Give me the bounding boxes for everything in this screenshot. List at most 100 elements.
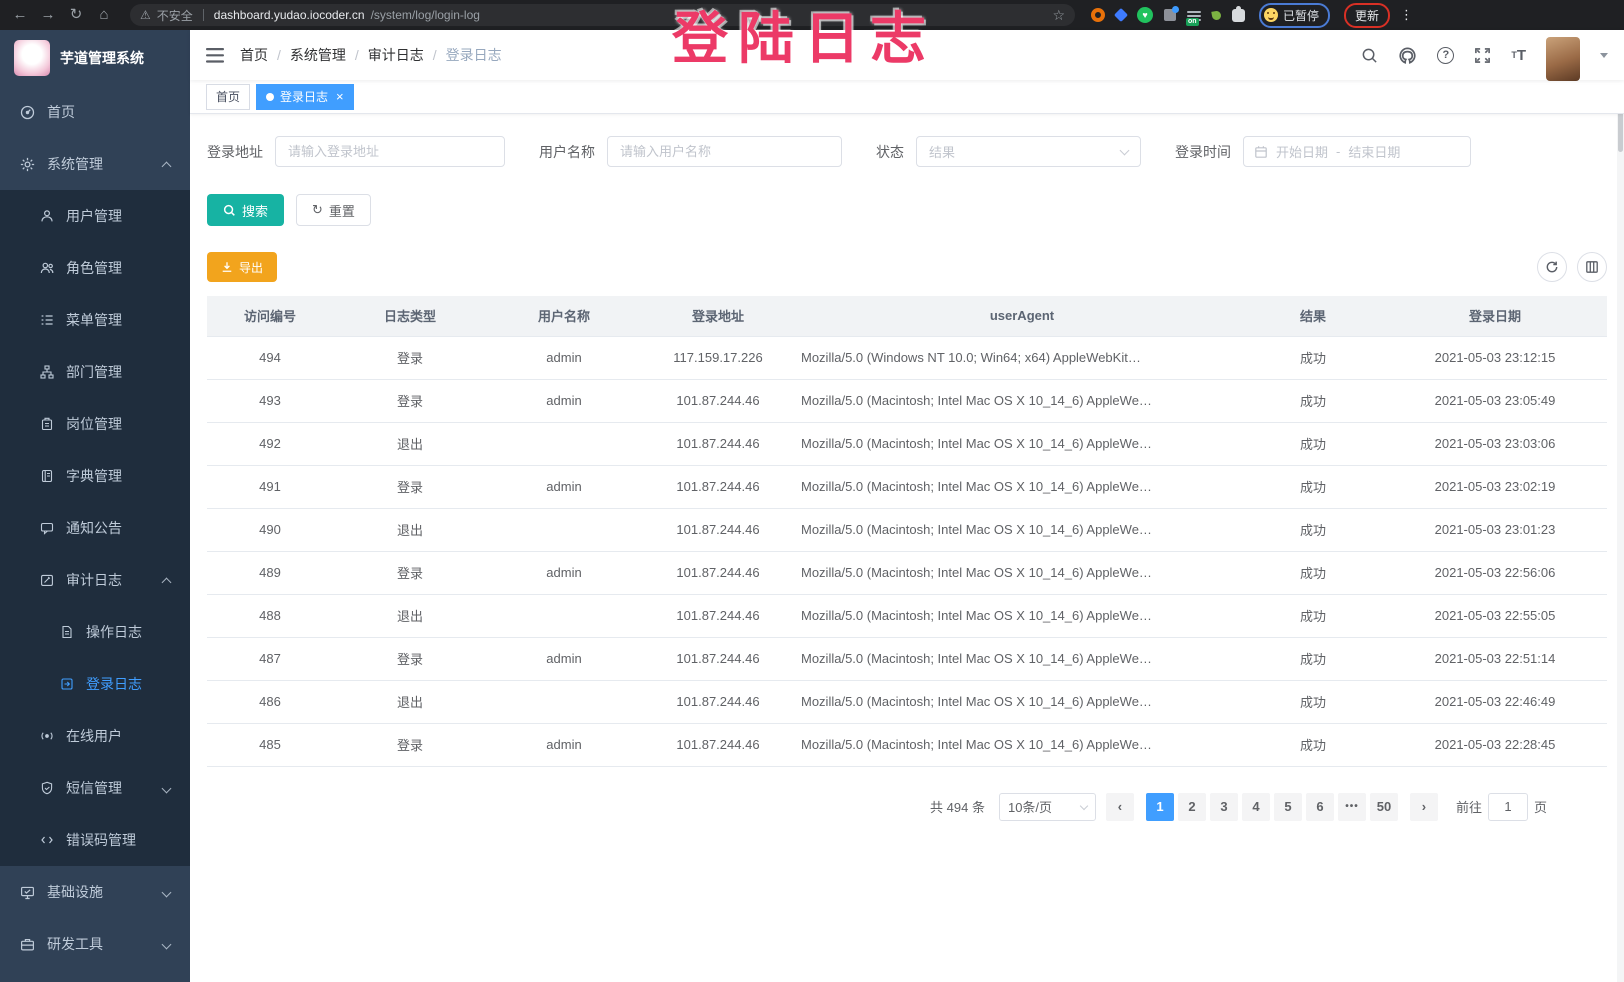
table-row[interactable]: 485 登录 admin 101.87.244.46 Mozilla/5.0 (… bbox=[207, 723, 1607, 766]
not-secure-label[interactable]: 不安全 bbox=[157, 7, 193, 24]
cell-username: admin bbox=[487, 336, 641, 379]
cell-result: 成功 bbox=[1243, 551, 1383, 594]
sidebar-item-operate-log[interactable]: 操作日志 bbox=[0, 606, 190, 658]
tag-label: 登录日志 bbox=[280, 88, 328, 105]
search-icon[interactable] bbox=[1361, 47, 1378, 64]
scrollbar[interactable] bbox=[1617, 30, 1624, 982]
page-button-50[interactable]: 50 bbox=[1370, 793, 1398, 821]
pages-ellipsis[interactable]: ••• bbox=[1338, 793, 1366, 821]
sidebar-item-notices[interactable]: 通知公告 bbox=[0, 502, 190, 554]
extension-heart-icon[interactable]: ♥ bbox=[1137, 7, 1153, 23]
cell-access-id: 491 bbox=[207, 465, 333, 508]
table-row[interactable]: 488 退出 101.87.244.46 Mozilla/5.0 (Macint… bbox=[207, 594, 1607, 637]
tag-login-log[interactable]: 登录日志 × bbox=[256, 84, 354, 110]
breadcrumb-item[interactable]: 审计日志 bbox=[368, 45, 424, 65]
sidebar-item-infrastructure[interactable]: 基础设施 bbox=[0, 866, 190, 918]
user-avatar[interactable] bbox=[1546, 37, 1580, 81]
status-select[interactable]: 结果 bbox=[916, 136, 1141, 167]
table-row[interactable]: 491 登录 admin 101.87.244.46 Mozilla/5.0 (… bbox=[207, 465, 1607, 508]
search-button[interactable]: 搜索 bbox=[207, 194, 284, 226]
sidebar-item-posts[interactable]: 岗位管理 bbox=[0, 398, 190, 450]
next-page-button[interactable]: › bbox=[1410, 793, 1438, 821]
github-icon[interactable] bbox=[1398, 46, 1417, 65]
login-address-input[interactable] bbox=[275, 136, 505, 167]
table-row[interactable]: 489 登录 admin 101.87.244.46 Mozilla/5.0 (… bbox=[207, 551, 1607, 594]
font-size-icon[interactable]: TT bbox=[1511, 47, 1526, 64]
extensions-puzzle-icon[interactable] bbox=[1232, 9, 1245, 22]
sidebar: 芋道管理系统 首页 系统管理 用户管理 角色管理 菜单管理 部门管理 bbox=[0, 30, 190, 982]
jump-page-input[interactable] bbox=[1488, 793, 1528, 821]
extension-grid-icon[interactable] bbox=[1164, 9, 1176, 21]
extension-gem-icon[interactable] bbox=[1114, 8, 1128, 22]
sidebar-item-sms[interactable]: 短信管理 bbox=[0, 762, 190, 814]
column-settings-button[interactable] bbox=[1577, 252, 1607, 282]
pagination: 共 494 条 10条/页 ‹ 123456•••50 › 前往 页 bbox=[207, 793, 1547, 821]
extension-proxy-icon[interactable]: on bbox=[1187, 9, 1201, 21]
page-button-2[interactable]: 2 bbox=[1178, 793, 1206, 821]
page-size-select[interactable]: 10条/页 bbox=[999, 793, 1096, 821]
page-button-4[interactable]: 4 bbox=[1242, 793, 1270, 821]
cell-access-id: 488 bbox=[207, 594, 333, 637]
page-button-3[interactable]: 3 bbox=[1210, 793, 1238, 821]
sidebar-item-system[interactable]: 系统管理 bbox=[0, 138, 190, 190]
sidebar-item-login-log[interactable]: 登录日志 bbox=[0, 658, 190, 710]
profile-chip[interactable]: 已暂停 bbox=[1259, 3, 1330, 28]
hamburger-icon[interactable] bbox=[206, 48, 224, 63]
refresh-table-button[interactable] bbox=[1537, 252, 1567, 282]
tags-view: 首页 登录日志 × bbox=[190, 80, 1624, 114]
cell-login-date: 2021-05-03 22:51:14 bbox=[1383, 637, 1607, 680]
breadcrumb: 首页 / 系统管理 / 审计日志 / 登录日志 bbox=[240, 45, 502, 65]
header-log-type: 日志类型 bbox=[333, 296, 487, 336]
help-icon[interactable]: ? bbox=[1437, 47, 1454, 64]
logo-bar[interactable]: 芋道管理系统 bbox=[0, 30, 190, 86]
sidebar-item-home[interactable]: 首页 bbox=[0, 86, 190, 138]
bookmark-star-icon[interactable]: ☆ bbox=[1052, 7, 1065, 24]
cell-username: admin bbox=[487, 379, 641, 422]
avatar-caret-icon[interactable] bbox=[1600, 53, 1608, 58]
table-row[interactable]: 494 登录 admin 117.159.17.226 Mozilla/5.0 … bbox=[207, 336, 1607, 379]
browser-back-icon[interactable]: ← bbox=[8, 2, 32, 28]
reset-button[interactable]: ↻ 重置 bbox=[296, 194, 371, 226]
sidebar-item-users[interactable]: 用户管理 bbox=[0, 190, 190, 242]
fullscreen-icon[interactable] bbox=[1474, 47, 1491, 64]
page-button-5[interactable]: 5 bbox=[1274, 793, 1302, 821]
sidebar-item-menus[interactable]: 菜单管理 bbox=[0, 294, 190, 346]
table-row[interactable]: 492 退出 101.87.244.46 Mozilla/5.0 (Macint… bbox=[207, 422, 1607, 465]
sidebar-item-dicts[interactable]: 字典管理 bbox=[0, 450, 190, 502]
sidebar-item-audit-logs[interactable]: 审计日志 bbox=[0, 554, 190, 606]
page-button-1[interactable]: 1 bbox=[1146, 793, 1174, 821]
browser-menu-icon[interactable]: ⋮ bbox=[1400, 7, 1413, 23]
sidebar-item-departments[interactable]: 部门管理 bbox=[0, 346, 190, 398]
table-row[interactable]: 487 登录 admin 101.87.244.46 Mozilla/5.0 (… bbox=[207, 637, 1607, 680]
header-login-date: 登录日期 bbox=[1383, 296, 1607, 336]
cell-login-address: 101.87.244.46 bbox=[641, 379, 795, 422]
sidebar-item-online-users[interactable]: 在线用户 bbox=[0, 710, 190, 762]
browser-reload-icon[interactable]: ↻ bbox=[64, 2, 88, 28]
username-input[interactable] bbox=[607, 136, 842, 167]
close-icon[interactable]: × bbox=[336, 89, 344, 104]
cell-login-date: 2021-05-03 23:03:06 bbox=[1383, 422, 1607, 465]
breadcrumb-item[interactable]: 系统管理 bbox=[290, 45, 346, 65]
sidebar-item-error-codes[interactable]: 错误码管理 bbox=[0, 814, 190, 866]
prev-page-button[interactable]: ‹ bbox=[1106, 793, 1134, 821]
date-range-picker[interactable]: 开始日期 - 结束日期 bbox=[1243, 136, 1471, 167]
cell-login-date: 2021-05-03 22:28:45 bbox=[1383, 723, 1607, 766]
extension-leaf-icon[interactable] bbox=[1211, 10, 1221, 20]
update-button[interactable]: 更新 bbox=[1344, 3, 1390, 28]
browser-forward-icon[interactable]: → bbox=[36, 2, 60, 28]
cell-log-type: 退出 bbox=[333, 508, 487, 551]
page-button-6[interactable]: 6 bbox=[1306, 793, 1334, 821]
tag-home[interactable]: 首页 bbox=[206, 84, 250, 110]
sidebar-item-roles[interactable]: 角色管理 bbox=[0, 242, 190, 294]
extension-orange-icon[interactable] bbox=[1091, 8, 1105, 22]
active-dot-icon bbox=[266, 93, 274, 101]
table-row[interactable]: 486 退出 101.87.244.46 Mozilla/5.0 (Macint… bbox=[207, 680, 1607, 723]
cell-username bbox=[487, 508, 641, 551]
sidebar-item-dev-tools[interactable]: 研发工具 bbox=[0, 918, 190, 970]
browser-home-icon[interactable]: ⌂ bbox=[92, 2, 116, 28]
table-row[interactable]: 490 退出 101.87.244.46 Mozilla/5.0 (Macint… bbox=[207, 508, 1607, 551]
breadcrumb-item[interactable]: 首页 bbox=[240, 45, 268, 65]
cell-user-agent: Mozilla/5.0 (Macintosh; Intel Mac OS X 1… bbox=[795, 508, 1243, 551]
table-row[interactable]: 493 登录 admin 101.87.244.46 Mozilla/5.0 (… bbox=[207, 379, 1607, 422]
export-button[interactable]: 导出 bbox=[207, 252, 277, 282]
